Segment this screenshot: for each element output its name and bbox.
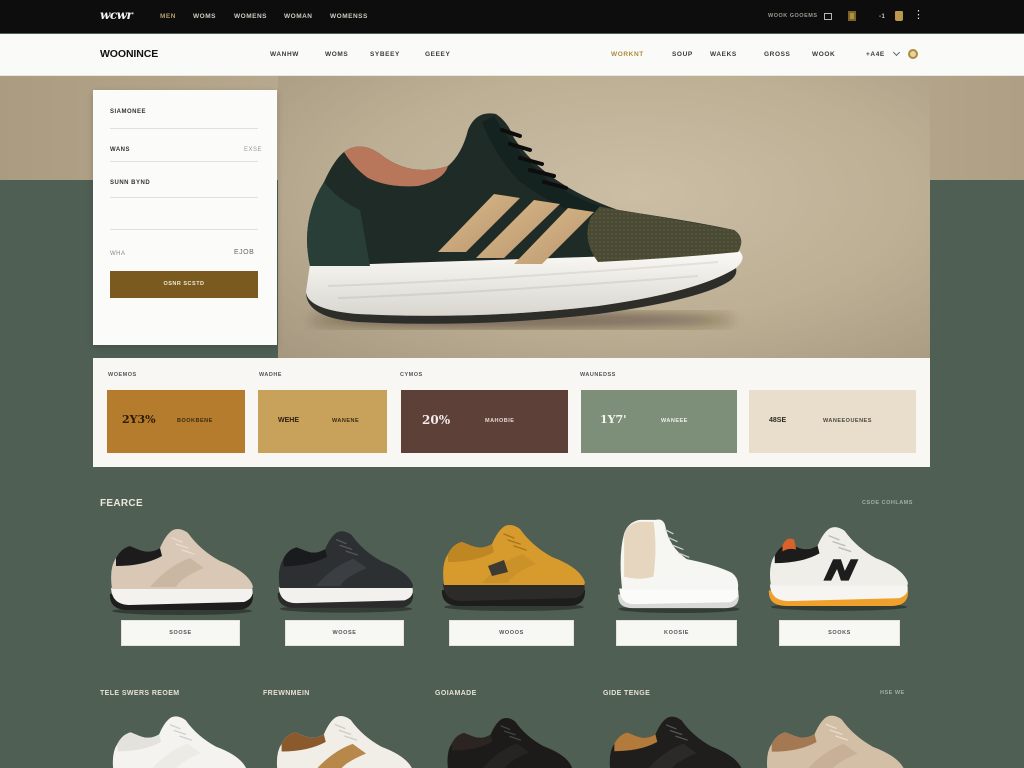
swatch-name: WANENE: [332, 418, 360, 424]
swatch-value: 2Y3%: [122, 413, 156, 426]
field-underline: [110, 161, 258, 162]
product-button-label: WOOOS: [499, 630, 524, 636]
band-column-label: WADHE: [259, 372, 282, 378]
header-nav-item[interactable]: WANHW: [270, 51, 299, 59]
see-more-link[interactable]: HSE WE: [880, 690, 905, 697]
grid-icon[interactable]: [824, 13, 832, 20]
header-link[interactable]: WAEKS: [710, 51, 737, 59]
product-shoe-image[interactable]: [765, 524, 911, 612]
header-link[interactable]: SOUP: [672, 51, 693, 59]
header-link[interactable]: GROSS: [764, 51, 790, 59]
signup-form: SIAMONEE WANS EXSE SUNN BYND WHA EJOB OS…: [93, 90, 277, 345]
category-label[interactable]: GOIAMADE: [435, 690, 477, 697]
site-logo[interactable]: wcwr: [100, 9, 133, 21]
topbar-nav-item[interactable]: WOMENS: [234, 13, 267, 21]
band-column-label: WOEMOS: [108, 372, 137, 378]
color-swatch[interactable]: 1Y7' WANEEE: [581, 390, 737, 453]
form-field-size[interactable]: WANS EXSE: [110, 144, 262, 164]
field-label: SUNN BYND: [110, 180, 151, 186]
form-field-message[interactable]: SUNN BYND: [110, 177, 258, 231]
colorway-band: WOEMOS WADHE CYMOS WAUNEDSS 2Y3% BOOKBEN…: [93, 358, 930, 467]
header-nav-item[interactable]: SYBEEY: [370, 51, 400, 59]
product-shoe-image[interactable]: [272, 712, 416, 768]
swatch-value: 48SE: [769, 417, 787, 424]
product-shoe-image[interactable]: [438, 522, 588, 612]
more-icon[interactable]: ⋮: [913, 9, 924, 20]
topbar-account-link[interactable]: WOOK GOOEMS: [768, 13, 818, 20]
header-nav-item[interactable]: GEEEY: [425, 51, 450, 59]
color-swatch[interactable]: 20% MAHOBIE: [401, 390, 568, 453]
field-label: WANS: [110, 147, 130, 153]
product-button[interactable]: WOOSE: [285, 620, 404, 646]
form-field-quantity[interactable]: WHA EJOB: [110, 246, 258, 264]
field-underline: [110, 128, 258, 129]
section-title: FEARCE: [100, 498, 143, 509]
product-button-label: SOOSE: [169, 630, 192, 636]
swatch-name: WANEEOUENES: [823, 418, 872, 424]
product-button[interactable]: SOOSE: [121, 620, 240, 646]
hero-shoe-image[interactable]: [298, 108, 746, 330]
field-label: WHA: [110, 251, 126, 257]
field-hint: EJOB: [234, 249, 255, 256]
category-label[interactable]: TELE SWERS REOEM: [100, 690, 180, 697]
band-column-label: WAUNEDSS: [580, 372, 616, 378]
product-button[interactable]: SOOKS: [779, 620, 900, 646]
tag-icon[interactable]: [848, 11, 856, 21]
chevron-down-icon[interactable]: [892, 48, 901, 57]
product-button[interactable]: KOOSIE: [616, 620, 737, 646]
field-underline: [110, 229, 258, 230]
product-button-label: SOOKS: [828, 630, 851, 636]
swatch-value: 20%: [422, 413, 451, 427]
brand-name[interactable]: WOONINCE: [100, 49, 158, 60]
header-link[interactable]: WOOK: [812, 51, 835, 59]
category-label[interactable]: GIDE TENGE: [603, 690, 650, 697]
color-swatch[interactable]: 48SE WANEEOUENES: [749, 390, 916, 453]
swatch-value: 1Y7': [600, 413, 627, 426]
form-submit-button[interactable]: OSNR SCSTD: [110, 271, 258, 298]
topbar-nav-item[interactable]: WOMENSS: [330, 13, 368, 21]
topbar-nav-item-active[interactable]: MEN: [160, 13, 176, 21]
form-submit-label: OSNR SCSTD: [163, 280, 205, 287]
field-label: SIAMONEE: [110, 109, 147, 115]
topbar-nav-item[interactable]: WOMS: [193, 13, 216, 21]
swatch-name: MAHOBIE: [485, 418, 515, 424]
color-swatch[interactable]: WEHE WANENE: [258, 390, 387, 453]
field-hint: EXSE: [244, 147, 263, 153]
product-shoe-image[interactable]: [106, 526, 256, 616]
header-nav-item[interactable]: WOMS: [325, 51, 348, 59]
swatch-name: BOOKBENE: [177, 418, 213, 424]
product-button[interactable]: WOOOS: [449, 620, 574, 646]
cart-count: -1: [879, 14, 886, 20]
product-shoe-image[interactable]: [274, 528, 416, 614]
swatch-value: WEHE: [278, 417, 299, 424]
category-label[interactable]: FREWNMEIN: [263, 690, 310, 697]
color-swatch[interactable]: 2Y3% BOOKBENE: [107, 390, 245, 453]
product-button-label: WOOSE: [332, 630, 357, 636]
product-button-label: KOOSIE: [664, 630, 689, 636]
form-field-name[interactable]: SIAMONEE: [110, 106, 258, 130]
product-shoe-image[interactable]: [612, 516, 744, 614]
product-shoe-image[interactable]: [108, 712, 250, 768]
topbar-nav-item[interactable]: WOMAN: [284, 13, 313, 21]
bag-icon[interactable]: [895, 11, 903, 21]
product-shoe-image[interactable]: [762, 712, 908, 768]
header-link-featured[interactable]: WORKNT: [611, 51, 644, 59]
top-bar: wcwr MEN WOMS WOMENS WOMAN WOMENSS WOOK …: [0, 0, 1024, 33]
user-icon[interactable]: [908, 49, 918, 59]
account-label[interactable]: +A4E: [866, 51, 885, 59]
swatch-name: WANEEE: [661, 418, 688, 424]
product-shoe-image[interactable]: [443, 712, 575, 768]
main-header: WOONINCE WANHW WOMS SYBEEY GEEEY WORKNT …: [0, 34, 1024, 76]
field-underline: [110, 197, 258, 198]
band-column-label: CYMOS: [400, 372, 423, 378]
view-all-link[interactable]: CSOE COHLAMS: [862, 500, 913, 507]
product-shoe-image[interactable]: [605, 712, 745, 768]
